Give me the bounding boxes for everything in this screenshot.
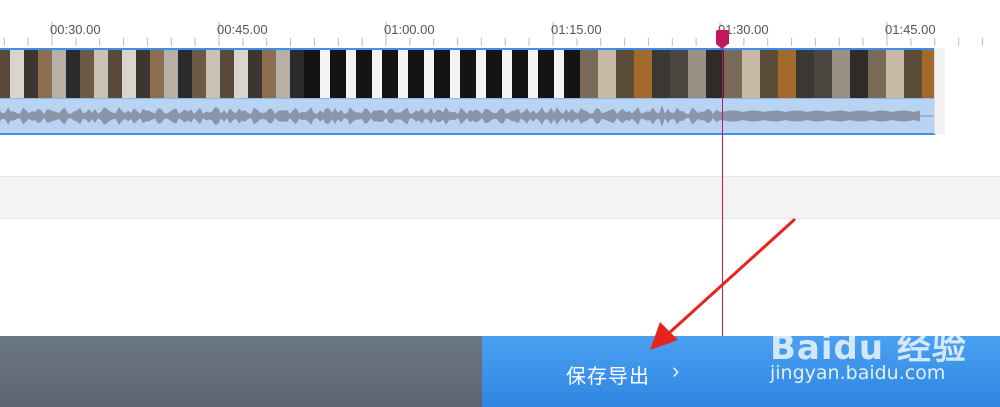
video-frame: [460, 50, 476, 100]
video-frame: [108, 50, 122, 100]
video-frame: [904, 50, 922, 100]
video-frame: [382, 50, 398, 100]
playhead-handle[interactable]: [716, 30, 729, 49]
video-frame: [528, 50, 538, 100]
video-frame: [206, 50, 220, 100]
video-frame: [616, 50, 634, 100]
baidu-watermark: Baidu 经验 jingyan.baidu.com: [770, 320, 1000, 405]
timeline-ruler[interactable]: 00:30.00 00:45.00 01:00.00 01:15.00 01:3…: [0, 0, 1000, 46]
video-frame: [372, 50, 382, 100]
video-frame: [38, 50, 52, 100]
video-thumbnails: [0, 50, 935, 100]
video-frame: [476, 50, 486, 100]
video-frame: [248, 50, 262, 100]
video-frame: [486, 50, 502, 100]
bottom-bar: [0, 336, 482, 407]
video-frame: [598, 50, 616, 100]
audio-clip[interactable]: [0, 98, 937, 135]
video-frame: [150, 50, 164, 100]
video-frame: [122, 50, 136, 100]
video-frame: [652, 50, 670, 100]
video-frame: [220, 50, 234, 100]
empty-track[interactable]: [0, 136, 1000, 177]
video-frame: [178, 50, 192, 100]
ruler-tick-label: 01:15.00: [551, 22, 602, 37]
empty-track[interactable]: [0, 177, 1000, 219]
video-frame: [52, 50, 66, 100]
video-frame: [850, 50, 868, 100]
video-frame: [886, 50, 904, 100]
video-frame: [330, 50, 346, 100]
ruler-tick-label: 00:45.00: [217, 22, 268, 37]
video-frame: [724, 50, 742, 100]
chevron-right-icon: ›: [672, 358, 680, 383]
video-frame: [814, 50, 832, 100]
video-frame: [868, 50, 886, 100]
video-frame: [434, 50, 450, 100]
video-frame: [24, 50, 38, 100]
video-frame: [346, 50, 356, 100]
video-frame: [778, 50, 796, 100]
video-frame: [832, 50, 850, 100]
video-frame: [0, 50, 10, 100]
ruler-ticks: [3, 22, 983, 46]
video-frame: [356, 50, 372, 100]
video-frame: [512, 50, 528, 100]
audio-waveform: [0, 105, 935, 127]
video-frame: [796, 50, 814, 100]
video-frame: [670, 50, 688, 100]
video-frame: [290, 50, 304, 100]
video-frame: [276, 50, 290, 100]
video-frame: [742, 50, 760, 100]
video-frame: [450, 50, 460, 100]
video-frame: [424, 50, 434, 100]
video-frame: [760, 50, 778, 100]
track-end-area: [934, 48, 945, 134]
ruler-tick-label: 01:45.00: [885, 22, 936, 37]
video-frame: [408, 50, 424, 100]
video-frame: [564, 50, 580, 100]
video-frame: [80, 50, 94, 100]
timeline-empty-area: [0, 219, 1000, 336]
video-frame: [554, 50, 564, 100]
video-frame: [136, 50, 150, 100]
video-frame: [10, 50, 24, 100]
video-frame: [688, 50, 706, 100]
video-frame: [94, 50, 108, 100]
ruler-tick-label: 01:00.00: [384, 22, 435, 37]
watermark-url: jingyan.baidu.com: [770, 362, 946, 384]
video-frame: [580, 50, 598, 100]
video-frame: [538, 50, 554, 100]
video-frame: [66, 50, 80, 100]
playhead-line[interactable]: [722, 40, 723, 336]
video-frame: [398, 50, 408, 100]
video-frame: [320, 50, 330, 100]
video-clip[interactable]: [0, 48, 937, 100]
video-frame: [192, 50, 206, 100]
video-frame: [634, 50, 652, 100]
video-frame: [262, 50, 276, 100]
video-frame: [304, 50, 320, 100]
ruler-tick-label: 00:30.00: [50, 22, 101, 37]
video-frame: [164, 50, 178, 100]
save-export-label: 保存导出: [566, 364, 650, 388]
video-frame: [502, 50, 512, 100]
video-frame: [234, 50, 248, 100]
